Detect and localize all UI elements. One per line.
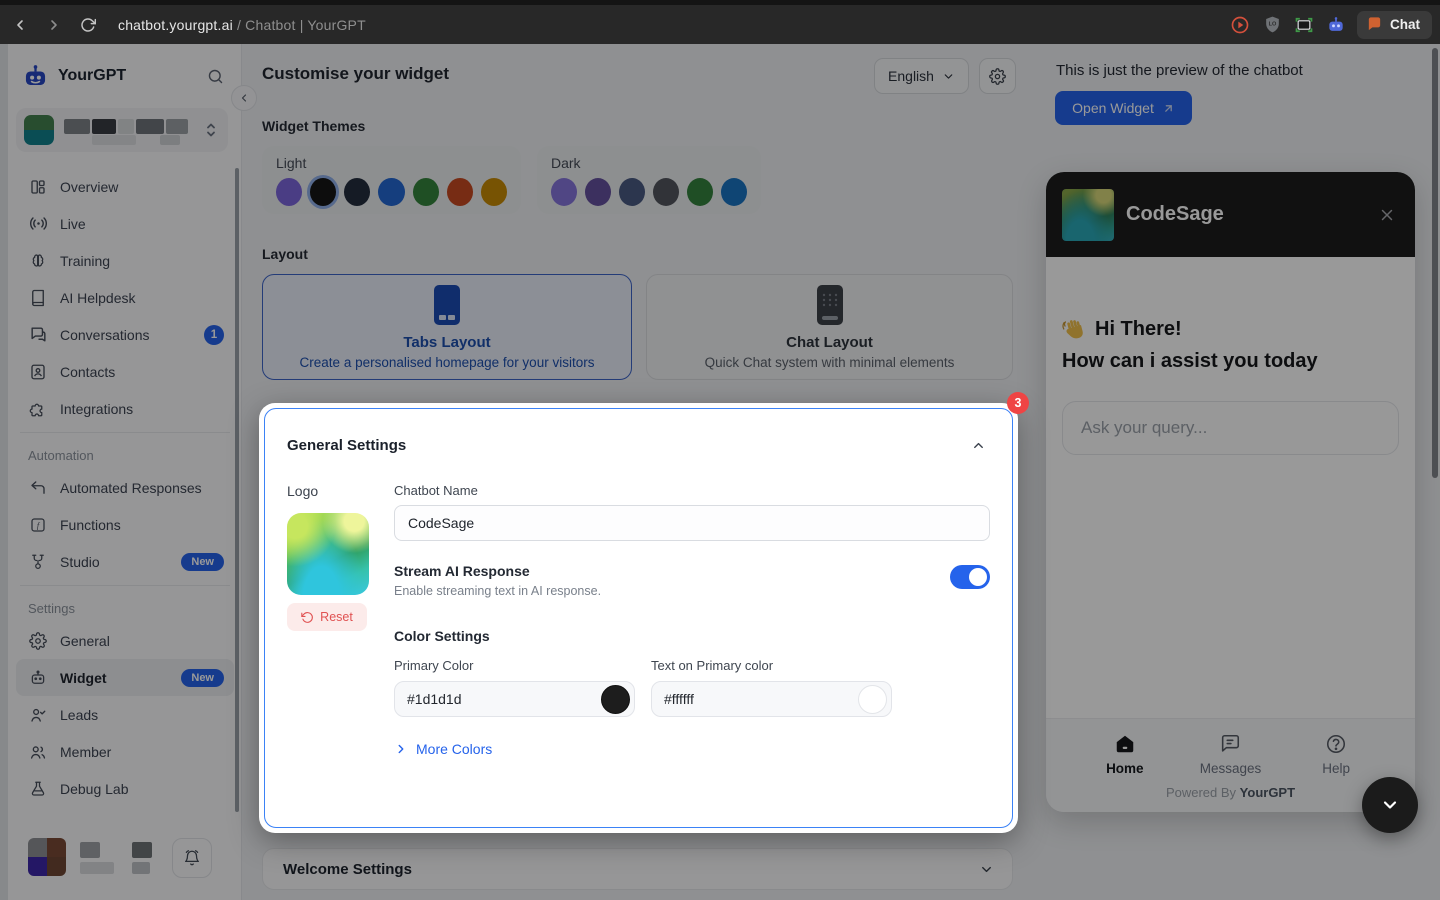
chat-extension-label: Chat: [1390, 17, 1420, 32]
svg-text:LO: LO: [1268, 22, 1276, 28]
screenshot-extension-icon[interactable]: [1293, 14, 1315, 36]
play-extension-icon[interactable]: [1229, 14, 1251, 36]
logo-reset-button[interactable]: Reset: [287, 603, 367, 631]
primary-color-input[interactable]: [407, 691, 527, 707]
logo-label: Logo: [287, 483, 393, 499]
text-color-input[interactable]: [664, 691, 784, 707]
color-settings-title: Color Settings: [394, 628, 990, 644]
chat-launcher-button[interactable]: [1362, 777, 1418, 833]
address-bar[interactable]: chatbot.yourgpt.ai / Chatbot | YourGPT: [118, 17, 366, 33]
chatbot-name-label: Chatbot Name: [394, 483, 990, 498]
more-colors-label: More Colors: [416, 741, 492, 757]
stream-ai-response-description: Enable streaming text in AI response.: [394, 584, 601, 598]
shield-extension-icon[interactable]: LO: [1261, 14, 1283, 36]
text-on-primary-label: Text on Primary color: [651, 658, 892, 673]
chat-extension-button[interactable]: Chat: [1357, 11, 1432, 39]
browser-toolbar: chatbot.yourgpt.ai / Chatbot | YourGPT: [0, 5, 1440, 44]
general-settings-header[interactable]: General Settings: [287, 433, 990, 457]
primary-color-swatch[interactable]: [601, 685, 630, 714]
browser-reload-button[interactable]: [74, 11, 102, 39]
chatbot-name-input[interactable]: [394, 505, 990, 541]
stream-ai-response-toggle[interactable]: [950, 565, 990, 589]
chevron-right-icon: [394, 742, 408, 756]
more-colors-link[interactable]: More Colors: [394, 741, 990, 757]
text-color-input-wrap: [651, 681, 892, 717]
page-scrollbar[interactable]: [1432, 48, 1438, 478]
browser-forward-button[interactable]: [40, 11, 68, 39]
primary-color-input-wrap: [394, 681, 635, 717]
chevron-down-icon: [1380, 795, 1400, 815]
stream-ai-response-label: Stream AI Response: [394, 563, 601, 579]
robot-extension-icon[interactable]: [1325, 14, 1347, 36]
browser-back-button[interactable]: [6, 11, 34, 39]
logo-reset-label: Reset: [320, 610, 353, 624]
chat-bubble-icon: [1366, 16, 1383, 33]
browser-extensions: LO Chat: [1229, 5, 1432, 44]
url-suffix: / Chatbot | YourGPT: [233, 17, 366, 33]
text-color-swatch[interactable]: [858, 685, 887, 714]
tour-step-badge: 3: [1007, 392, 1029, 414]
reset-icon: [301, 611, 314, 624]
general-settings-panel: General Settings Logo Reset Chatbot Name: [264, 408, 1013, 828]
chevron-up-icon[interactable]: [966, 433, 990, 457]
url-primary: chatbot.yourgpt.ai: [118, 17, 233, 33]
general-settings-title: General Settings: [287, 437, 406, 454]
primary-color-label: Primary Color: [394, 658, 635, 673]
general-settings-spotlight: 3 General Settings Logo Reset Ch: [259, 403, 1018, 833]
chatbot-logo-preview[interactable]: [287, 513, 369, 595]
